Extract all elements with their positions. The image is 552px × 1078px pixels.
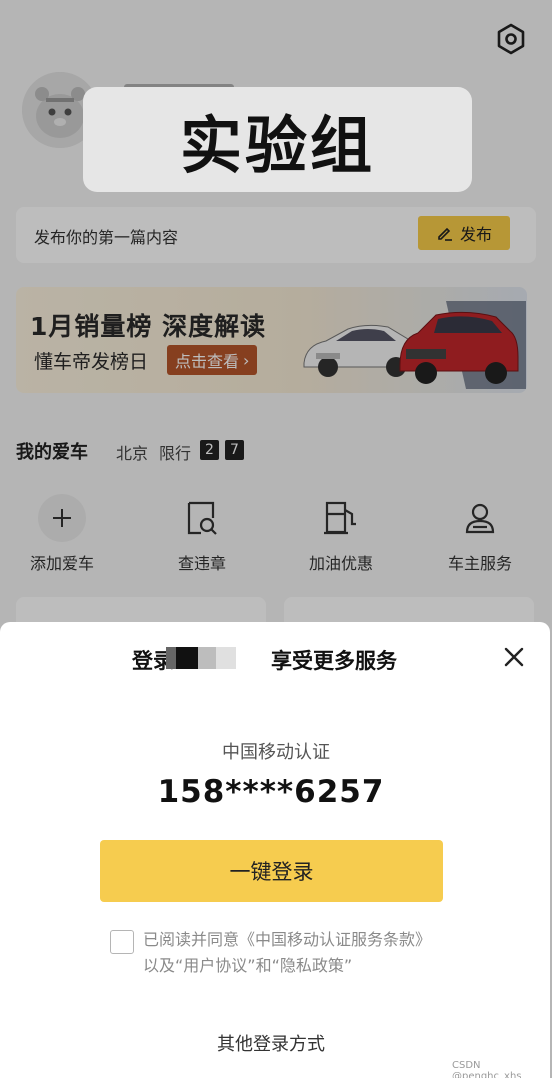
sheet-title-suffix: 享受更多服务 bbox=[271, 649, 397, 673]
other-login-methods-link[interactable]: 其他登录方式 bbox=[0, 1030, 542, 1056]
one-click-login-button[interactable]: 一键登录 bbox=[100, 840, 443, 902]
login-bottom-sheet: 登录 享受更多服务 中国移动认证 158****6257 一键登录 已阅读并同意… bbox=[0, 622, 550, 1078]
auth-provider-label: 中国移动认证 bbox=[222, 742, 330, 763]
watermark: CSDN @penghc_xhs bbox=[452, 1060, 522, 1078]
agreement-text[interactable]: 已阅读并同意《中国移动认证服务条款》以及“用户协议”和“隐私政策” bbox=[143, 927, 443, 979]
masked-phone-number: 158****6257 bbox=[157, 774, 385, 810]
experiment-group-label: 实验组 bbox=[83, 87, 472, 192]
agreement-checkbox[interactable] bbox=[110, 930, 134, 954]
close-icon[interactable] bbox=[499, 642, 529, 672]
app-name-redacted bbox=[166, 647, 240, 669]
